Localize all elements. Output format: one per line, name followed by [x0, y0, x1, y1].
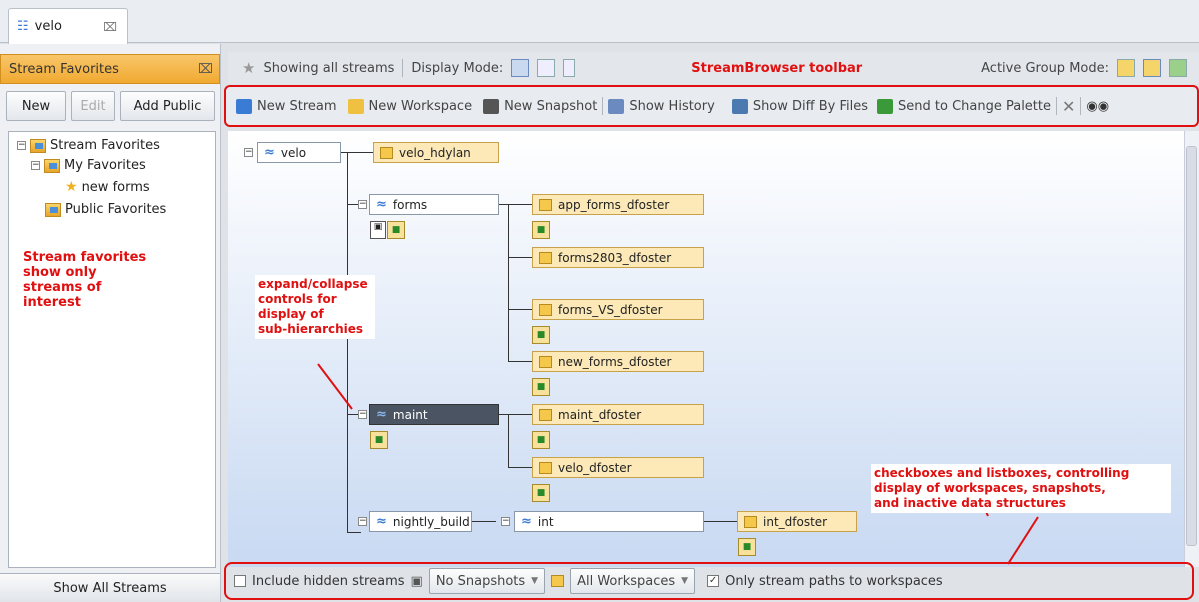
show-history-button[interactable]: Show History	[629, 99, 714, 114]
tree-label: new forms	[81, 179, 150, 195]
only-paths-label: Only stream paths to workspaces	[725, 573, 943, 589]
tab-bar	[0, 0, 1199, 43]
workspaces-dropdown[interactable]: All Workspaces ▼	[570, 568, 696, 594]
tree-view-icon[interactable]	[511, 59, 530, 77]
close-tab-icon[interactable]: ⌧	[103, 20, 117, 34]
close-icon[interactable]: ✕	[1062, 97, 1075, 116]
add-public-button[interactable]: Add Public	[120, 91, 215, 121]
list-view-icon[interactable]	[563, 59, 576, 77]
tree-label: My Favorites	[64, 158, 146, 173]
folder-icon	[45, 202, 61, 217]
tree-item-my-favorites[interactable]: − My Favorites	[31, 158, 146, 173]
tree-label: Stream Favorites	[50, 138, 160, 153]
group-mode-icon[interactable]	[1117, 59, 1135, 77]
tree-item-new-forms[interactable]: ★ new forms	[65, 179, 150, 195]
stream-browser-toolbar: New Stream New Workspace New Snapshot Sh…	[236, 92, 1196, 120]
showing-label: Showing all streams	[263, 60, 395, 76]
group-mode-label: Active Group Mode:	[981, 60, 1109, 76]
table-view-icon[interactable]	[537, 59, 556, 77]
annotation-line: streams of	[23, 280, 102, 295]
include-hidden-checkbox[interactable]	[234, 575, 246, 587]
tree-label: Public Favorites	[65, 202, 167, 217]
diff-icon	[731, 98, 748, 114]
snapshots-dropdown[interactable]: No Snapshots ▼	[428, 568, 546, 594]
display-mode-label: Display Mode:	[411, 60, 504, 76]
annotation-line: interest	[23, 295, 81, 310]
star-icon: ★	[65, 179, 78, 195]
edit-button[interactable]: Edit	[71, 91, 115, 121]
annotation-line: checkboxes and listboxes, controlling	[874, 466, 1130, 480]
show-all-streams-button[interactable]: Show All Streams	[0, 573, 220, 602]
palette-icon	[877, 98, 894, 114]
workspace-icon	[551, 575, 565, 587]
favorites-annotation: Stream favorites show only streams of in…	[23, 250, 146, 310]
tab-velo[interactable]: ☷ velo ⌧	[8, 8, 128, 44]
favorites-header-title: Stream Favorites	[9, 61, 119, 77]
chevron-down-icon: ▼	[681, 576, 689, 586]
collapse-icon[interactable]: −	[31, 161, 40, 170]
collapse-icon[interactable]: −	[17, 141, 26, 150]
annotation-line: show only	[23, 265, 97, 280]
star-icon: ★	[242, 59, 256, 77]
inactive-group-icon[interactable]	[1169, 59, 1187, 77]
new-stream-icon	[236, 98, 252, 114]
tab-title: velo	[34, 19, 62, 34]
show-diff-button[interactable]: Show Diff By Files	[753, 99, 868, 114]
annotation-line: display of workspaces, snapshots,	[874, 481, 1106, 495]
dropdown-value: All Workspaces	[577, 573, 676, 589]
checkbox-annotation: checkboxes and listboxes, controlling di…	[871, 464, 1171, 513]
send-to-palette-button[interactable]: Send to Change Palette	[898, 99, 1051, 114]
separator	[402, 59, 404, 77]
folder-icon	[44, 158, 60, 173]
close-panel-icon[interactable]: ⌧	[198, 62, 213, 77]
scrollbar-thumb[interactable]	[1186, 146, 1197, 546]
tree-item-public-favorites[interactable]: Public Favorites	[45, 202, 166, 217]
separator	[1056, 97, 1058, 115]
new-button[interactable]: New	[6, 91, 66, 121]
only-paths-checkbox[interactable]: ✓	[707, 575, 720, 587]
stream-canvas: − ≈ velo velo_hdylan − ≈ forms ▣ ■ app_f…	[228, 131, 1184, 567]
camera-icon	[483, 98, 500, 114]
toolbar-annotation: StreamBrowser toolbar	[691, 60, 863, 76]
favorites-tree: − Stream Favorites − My Favorites ★ new …	[8, 131, 216, 568]
separator	[1080, 97, 1082, 115]
camera-icon: ▣	[410, 573, 423, 589]
new-snapshot-button[interactable]: New Snapshot	[504, 99, 597, 114]
dropdown-value: No Snapshots	[435, 573, 526, 589]
active-group-icon[interactable]	[1143, 59, 1161, 77]
history-icon	[608, 98, 625, 114]
include-hidden-label: Include hidden streams	[252, 573, 405, 589]
new-stream-button[interactable]: New Stream	[257, 99, 337, 114]
stream-tree-icon: ☷	[17, 19, 29, 34]
tree-item-stream-favorites[interactable]: − Stream Favorites	[17, 138, 160, 153]
binoculars-icon[interactable]: ◉◉	[1086, 99, 1109, 114]
folder-icon	[30, 138, 46, 153]
new-workspace-button[interactable]: New Workspace	[369, 99, 473, 114]
separator	[602, 97, 604, 115]
annotation-line: and inactive data structures	[874, 496, 1066, 510]
favorites-header: Stream Favorites ⌧	[0, 54, 220, 84]
chevron-down-icon: ▼	[531, 576, 539, 586]
stream-browser-header: ★ Showing all streams Display Mode: Stre…	[228, 52, 1199, 84]
annotation-line: Stream favorites	[23, 250, 147, 265]
new-workspace-icon	[347, 98, 364, 114]
filter-bar: Include hidden streams ▣ No Snapshots ▼ …	[224, 563, 1189, 599]
